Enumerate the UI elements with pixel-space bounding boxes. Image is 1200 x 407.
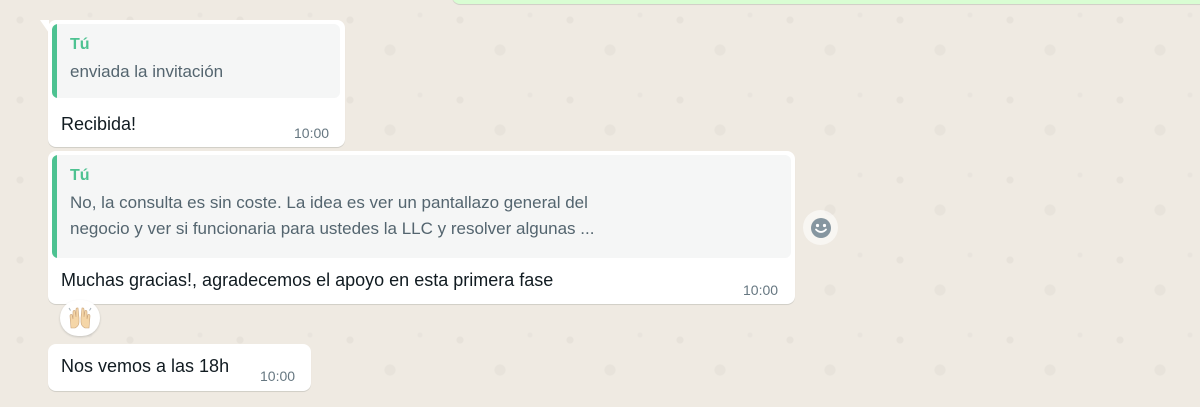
message-text: Nos vemos a las 18h	[61, 356, 230, 376]
quote-author: Tú	[70, 167, 90, 184]
quote-author: Tú	[70, 36, 90, 53]
bubble-tail	[40, 20, 49, 33]
incoming-message-bubble[interactable]: Nos vemos a las 18h 10:00	[48, 344, 311, 391]
message-timestamp: 10:00	[743, 282, 779, 298]
message-timestamp: 10:00	[260, 368, 296, 384]
quoted-message[interactable]: Tú No, la consulta es sin coste. La idea…	[52, 155, 791, 258]
smiley-icon	[810, 217, 831, 238]
message-text: Muchas gracias!, agradecemos el apoyo en…	[61, 270, 554, 290]
incoming-message-bubble[interactable]: Tú enviada la invitación Recibida! 10:00	[40, 20, 345, 147]
message-text: Recibida!	[61, 114, 137, 134]
quote-text-line: No, la consulta es sin coste. La idea es…	[70, 193, 588, 212]
quoted-message[interactable]: Tú enviada la invitación	[52, 24, 340, 98]
message-timestamp: 10:00	[294, 125, 330, 141]
outgoing-message-bubble-partial[interactable]	[452, 0, 1200, 4]
quote-text-line: negocio y ver si funcionaria para ustede…	[70, 219, 595, 238]
incoming-message-bubble[interactable]: Tú No, la consulta es sin coste. La idea…	[48, 151, 795, 304]
raising-hands-emoji-icon	[68, 307, 92, 329]
quote-text: enviada la invitación	[70, 62, 224, 81]
message-reaction[interactable]	[60, 300, 100, 336]
react-smiley-button[interactable]	[803, 210, 838, 245]
